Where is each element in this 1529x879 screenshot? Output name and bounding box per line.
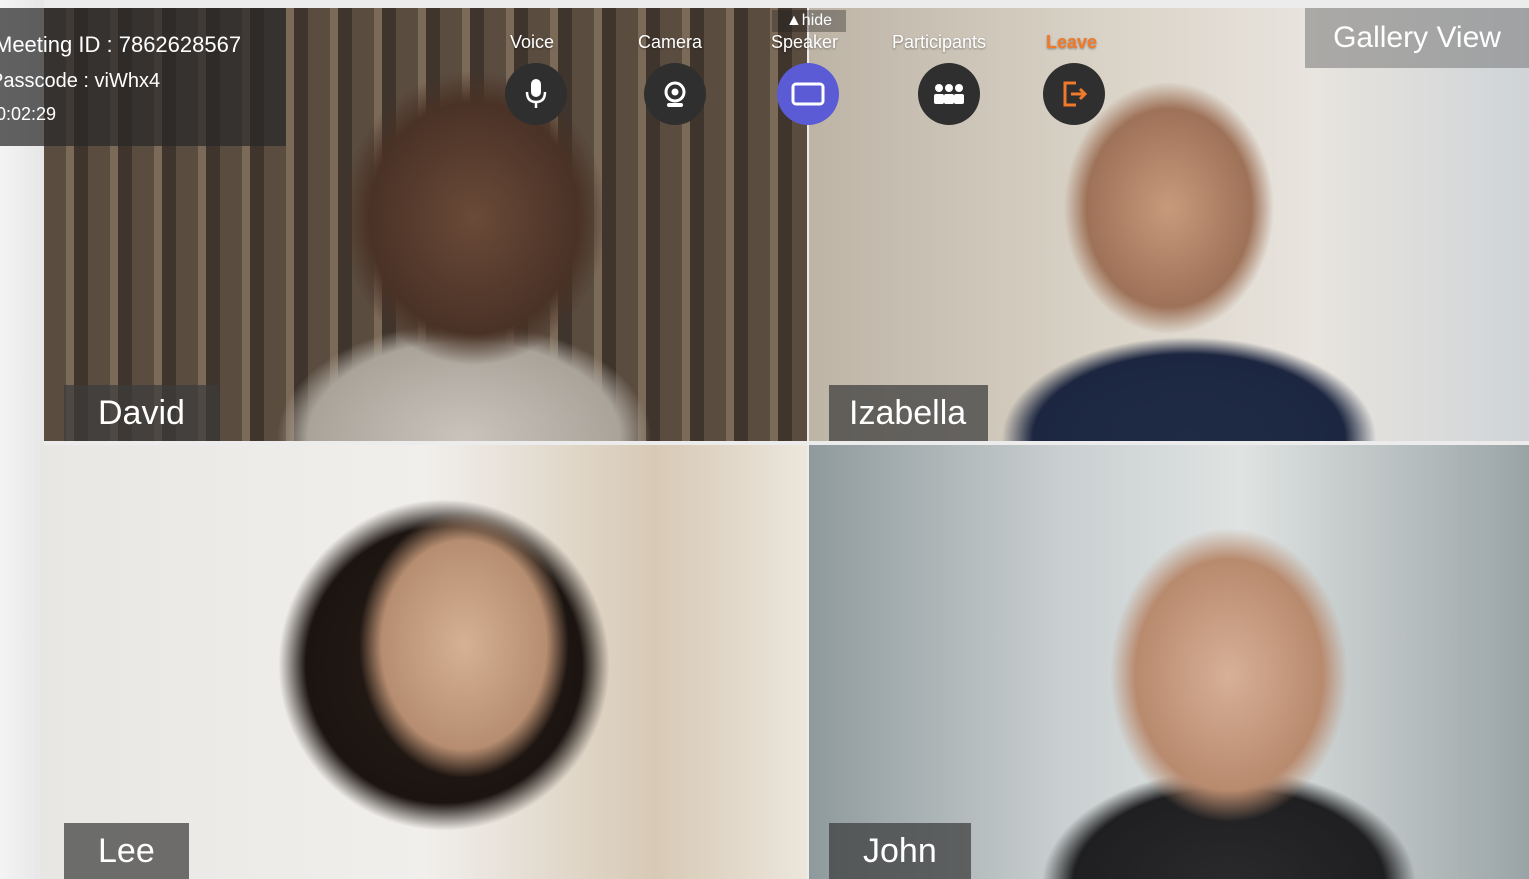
meeting-info-panel: Meeting ID : 7862628567 Passcode : viWhx… xyxy=(0,8,286,146)
leave-label: Leave xyxy=(1046,32,1098,52)
meeting-timer: 00:02:29 xyxy=(0,104,57,124)
participant-name-tag: John xyxy=(829,823,971,879)
hide-toolbar-button[interactable]: ▲hide xyxy=(772,10,846,32)
microphone-icon xyxy=(525,79,547,108)
gallery-view-button[interactable]: Gallery View xyxy=(1305,8,1529,68)
participants-label: Participants xyxy=(892,32,987,52)
participant-name-tag: Izabella xyxy=(829,385,989,441)
leave-button[interactable] xyxy=(1043,63,1105,125)
video-tile-izabella[interactable]: Izabella xyxy=(809,8,1529,441)
voice-label: Voice xyxy=(510,32,555,52)
voice-button[interactable] xyxy=(505,63,567,125)
participant-name-tag: David xyxy=(64,385,219,441)
participant-name-tag: Lee xyxy=(64,823,189,879)
camera-label: Camera xyxy=(638,32,703,52)
speaker-label: Speaker xyxy=(771,32,839,52)
speaker-view-button[interactable] xyxy=(777,63,839,125)
video-tile-john[interactable]: John xyxy=(809,445,1529,879)
meeting-id: Meeting ID : 7862628567 xyxy=(0,32,242,57)
participants-icon xyxy=(934,84,964,104)
screen-icon xyxy=(791,82,825,106)
camera-button[interactable] xyxy=(644,63,706,125)
meeting-passcode: Passcode : viWhx4 xyxy=(0,70,161,92)
participants-button[interactable] xyxy=(918,63,980,125)
video-tile-lee[interactable]: Lee xyxy=(44,445,807,879)
camera-icon xyxy=(664,81,686,107)
leave-icon xyxy=(1063,81,1088,107)
